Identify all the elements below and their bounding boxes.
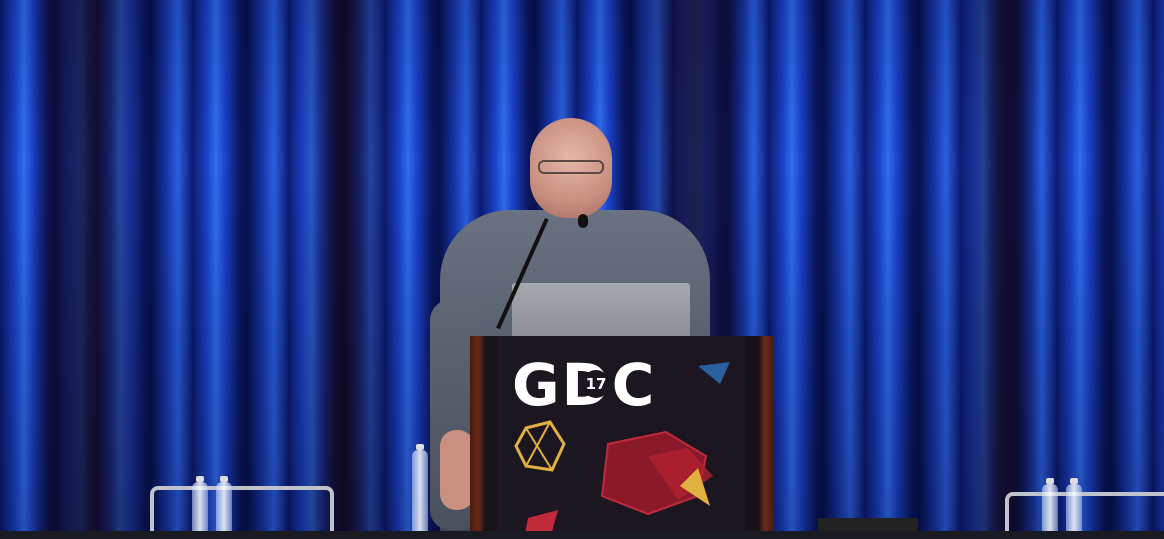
bottle-cap [1046,478,1054,484]
podium: GDC 17 [470,336,774,539]
stage-table [0,531,1164,539]
glasses-icon [538,160,604,174]
gold-polyhedron-icon [514,420,566,472]
laptop [512,283,690,339]
bottle-cap [196,476,204,482]
bottle-cap [416,444,424,450]
curtain-shadow [300,0,390,539]
curtain-shadow [960,0,1040,539]
water-bottle [192,482,208,537]
podium-panel: GDC 17 [498,336,746,539]
bottle-cap [1070,478,1078,484]
podium-graphics [514,362,730,539]
water-bottle [216,482,232,537]
water-bottle [412,450,428,535]
speaker-hand [440,430,474,510]
microphone-icon [578,214,588,228]
bottle-cap [220,476,228,482]
stage-scene: GDC 17 [0,0,1164,539]
water-bottle [1066,484,1082,536]
water-bottle [1042,484,1058,536]
speaker-head [530,118,612,218]
curtain-shadow [30,0,150,539]
blue-shard-icon [698,362,730,384]
